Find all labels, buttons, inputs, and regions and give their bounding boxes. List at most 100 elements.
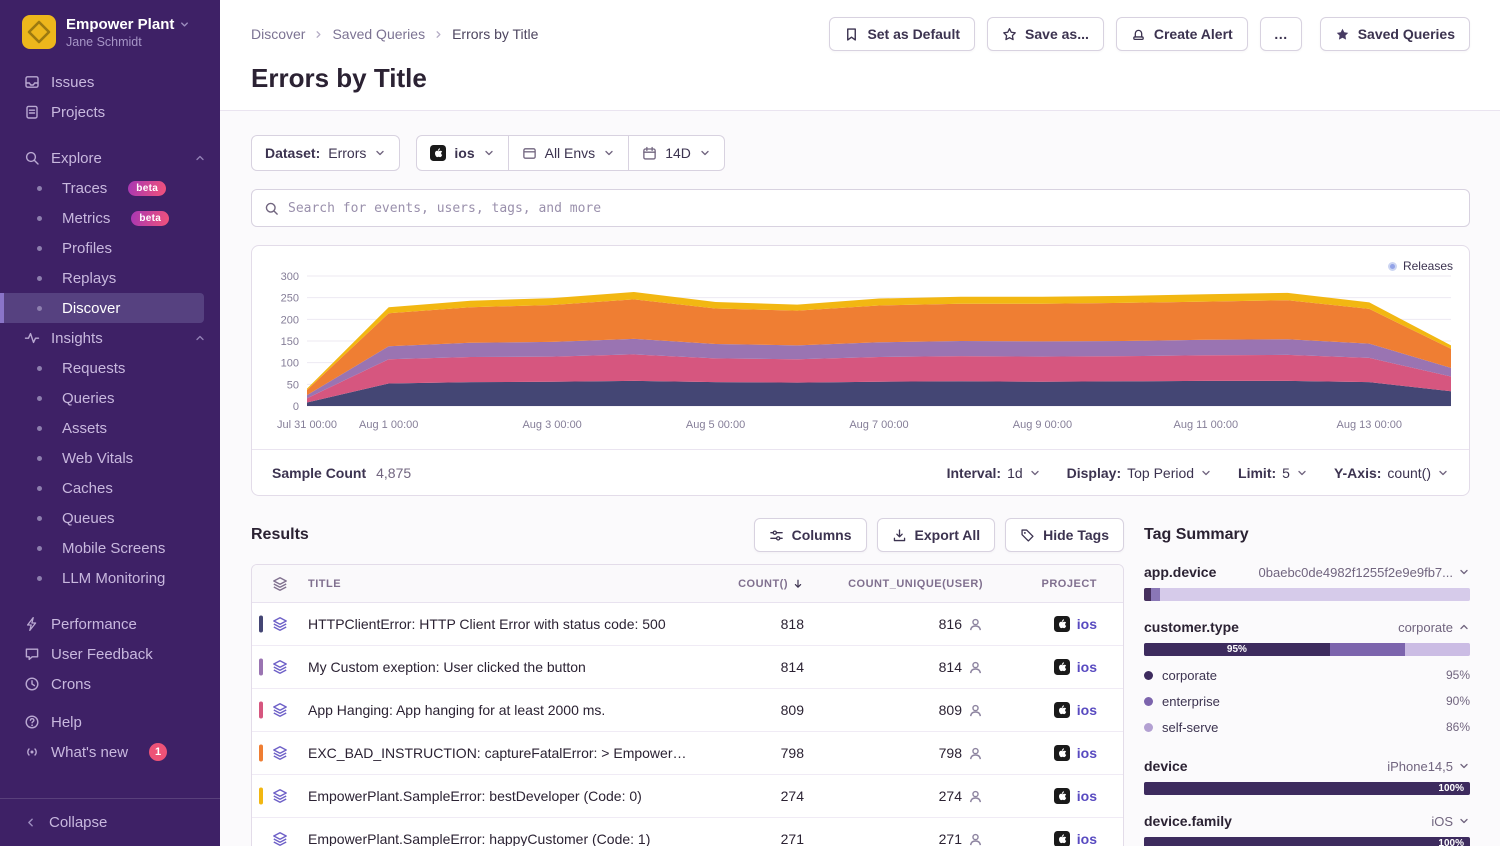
column-count[interactable]: COUNT() bbox=[708, 578, 818, 590]
org-switcher[interactable]: Empower Plant Jane Schmidt bbox=[0, 0, 220, 61]
row-count: 818 bbox=[708, 616, 818, 632]
columns-button[interactable]: Columns bbox=[754, 518, 867, 552]
row-title-link[interactable]: EmpowerPlant.SampleError: bestDeveloper … bbox=[308, 788, 708, 804]
stacked-area-chart: 050100150200250300Jul 31 00:00Aug 1 00:0… bbox=[261, 260, 1461, 450]
svg-text:300: 300 bbox=[280, 271, 298, 283]
dataset-selector[interactable]: Dataset: Errors bbox=[251, 135, 400, 171]
save-as-button[interactable]: Save as... bbox=[987, 17, 1104, 51]
project-link[interactable]: ios bbox=[1003, 788, 1123, 804]
more-options-button[interactable]: … bbox=[1260, 17, 1302, 51]
column-title[interactable]: TITLE bbox=[308, 578, 708, 590]
sidebar-item-projects[interactable]: Projects bbox=[0, 97, 220, 127]
sidebar-item-metrics[interactable]: Metrics beta bbox=[0, 203, 220, 233]
sidebar-item-requests[interactable]: Requests bbox=[0, 353, 220, 383]
sidebar-item-queues[interactable]: Queues bbox=[0, 503, 220, 533]
y-axis-selector[interactable]: Y-Axis: count() bbox=[1334, 465, 1449, 481]
chevron-up-icon bbox=[1458, 621, 1470, 633]
releases-legend-dot bbox=[1388, 262, 1397, 271]
breadcrumb-saved-queries[interactable]: Saved Queries bbox=[332, 26, 425, 42]
project-link[interactable]: ios bbox=[1003, 831, 1123, 846]
svg-text:150: 150 bbox=[280, 336, 298, 348]
bullet-icon bbox=[37, 456, 42, 461]
tag-device-family: device.family iOS 100% bbox=[1144, 813, 1470, 846]
releases-legend[interactable]: Releases bbox=[1388, 259, 1453, 273]
row-count: 271 bbox=[708, 831, 818, 846]
sidebar-section-insights[interactable]: Insights bbox=[0, 323, 220, 353]
sidebar-item-performance[interactable]: Performance bbox=[0, 609, 220, 639]
sidebar-item-web-vitals[interactable]: Web Vitals bbox=[0, 443, 220, 473]
chart-card: Releases 050100150200250300Jul 31 00:00A… bbox=[251, 245, 1470, 496]
project-link[interactable]: ios bbox=[1003, 702, 1123, 718]
svg-text:Aug 7 00:00: Aug 7 00:00 bbox=[849, 419, 908, 431]
control-label: Limit: bbox=[1238, 465, 1276, 481]
tag-header[interactable]: device iPhone14,5 bbox=[1144, 758, 1470, 774]
date-filter[interactable]: 14D bbox=[629, 135, 725, 171]
project-link[interactable]: ios bbox=[1003, 616, 1123, 632]
project-name: ios bbox=[1077, 616, 1097, 632]
sidebar-item-queries[interactable]: Queries bbox=[0, 383, 220, 413]
sidebar-item-crons[interactable]: Crons bbox=[0, 669, 220, 699]
tag-header[interactable]: customer.type corporate bbox=[1144, 619, 1470, 635]
sidebar-item-user-feedback[interactable]: User Feedback bbox=[0, 639, 220, 669]
display-selector[interactable]: Display: Top Period bbox=[1067, 465, 1212, 481]
sidebar-item-llm-monitoring[interactable]: LLM Monitoring bbox=[0, 563, 220, 593]
row-title-link[interactable]: HTTPClientError: HTTP Client Error with … bbox=[308, 616, 708, 632]
download-icon bbox=[892, 528, 907, 543]
row-title-link[interactable]: My Custom exeption: User clicked the but… bbox=[308, 659, 708, 675]
sidebar-item-issues[interactable]: Issues bbox=[0, 67, 220, 97]
chevron-down-icon bbox=[1437, 467, 1449, 479]
search-input[interactable] bbox=[288, 201, 1457, 216]
sidebar-item-profiles[interactable]: Profiles bbox=[0, 233, 220, 263]
sidebar-item-traces[interactable]: Traces beta bbox=[0, 173, 220, 203]
sidebar-collapse-button[interactable]: Collapse bbox=[0, 798, 220, 846]
sidebar-item-label: LLM Monitoring bbox=[62, 570, 165, 587]
series-color-chip bbox=[259, 745, 263, 762]
export-all-button[interactable]: Export All bbox=[877, 518, 996, 552]
sidebar-item-mobile-screens[interactable]: Mobile Screens bbox=[0, 533, 220, 563]
chevron-down-icon bbox=[603, 147, 615, 159]
releases-legend-label: Releases bbox=[1403, 259, 1453, 273]
header-actions: Set as Default Save as... Create Alert … bbox=[829, 17, 1470, 51]
sidebar-item-label: Performance bbox=[51, 616, 137, 633]
crons-icon bbox=[24, 676, 40, 692]
insights-icon bbox=[24, 330, 40, 346]
breadcrumb-discover[interactable]: Discover bbox=[251, 26, 305, 42]
sidebar-item-caches[interactable]: Caches bbox=[0, 473, 220, 503]
project-link[interactable]: ios bbox=[1003, 659, 1123, 675]
set-as-default-button[interactable]: Set as Default bbox=[829, 17, 975, 51]
sidebar-item-assets[interactable]: Assets bbox=[0, 413, 220, 443]
row-title-link[interactable]: EXC_BAD_INSTRUCTION: captureFatalError: … bbox=[308, 745, 708, 761]
results-buttons: Columns Export All Hide Tags bbox=[754, 518, 1124, 552]
interval-selector[interactable]: Interval: 1d bbox=[947, 465, 1041, 481]
table-row: My Custom exeption: User clicked the but… bbox=[252, 646, 1123, 689]
project-name: ios bbox=[1077, 831, 1097, 846]
sidebar-item-help[interactable]: Help bbox=[0, 707, 220, 737]
sidebar-item-replays[interactable]: Replays bbox=[0, 263, 220, 293]
column-count-unique[interactable]: COUNT_UNIQUE(USER) bbox=[818, 578, 1003, 590]
sidebar: Empower Plant Jane Schmidt Issues Projec… bbox=[0, 0, 220, 846]
project-link[interactable]: ios bbox=[1003, 745, 1123, 761]
search-icon bbox=[264, 201, 279, 216]
help-icon bbox=[24, 714, 40, 730]
hide-tags-button[interactable]: Hide Tags bbox=[1005, 518, 1124, 552]
bullet-icon bbox=[37, 246, 42, 251]
sidebar-section-explore[interactable]: Explore bbox=[0, 143, 220, 173]
sidebar-nav: Issues Projects Explore Traces beta Metr… bbox=[0, 61, 220, 767]
create-alert-button[interactable]: Create Alert bbox=[1116, 17, 1248, 51]
tag-header[interactable]: app.device 0baebc0de4982f1255f2e9e9fb7..… bbox=[1144, 564, 1470, 580]
beta-badge: beta bbox=[128, 181, 166, 196]
row-title-link[interactable]: App Hanging: App hanging for at least 20… bbox=[308, 702, 708, 718]
tag-distribution-bar: 100% bbox=[1144, 782, 1470, 795]
project-filter[interactable]: ios bbox=[416, 135, 508, 171]
limit-selector[interactable]: Limit: 5 bbox=[1238, 465, 1308, 481]
sidebar-item-discover[interactable]: Discover bbox=[0, 293, 204, 323]
button-label: Save as... bbox=[1025, 26, 1089, 42]
saved-queries-button[interactable]: Saved Queries bbox=[1320, 17, 1470, 51]
environment-filter[interactable]: All Envs bbox=[509, 135, 630, 171]
breadcrumb: Discover Saved Queries Errors by Title bbox=[251, 26, 538, 42]
row-title-link[interactable]: EmpowerPlant.SampleError: happyCustomer … bbox=[308, 831, 708, 846]
stack-column-header bbox=[252, 576, 308, 592]
column-project[interactable]: PROJECT bbox=[1003, 578, 1123, 590]
sidebar-item-whats-new[interactable]: What's new 1 bbox=[0, 737, 220, 767]
tag-header[interactable]: device.family iOS bbox=[1144, 813, 1470, 829]
